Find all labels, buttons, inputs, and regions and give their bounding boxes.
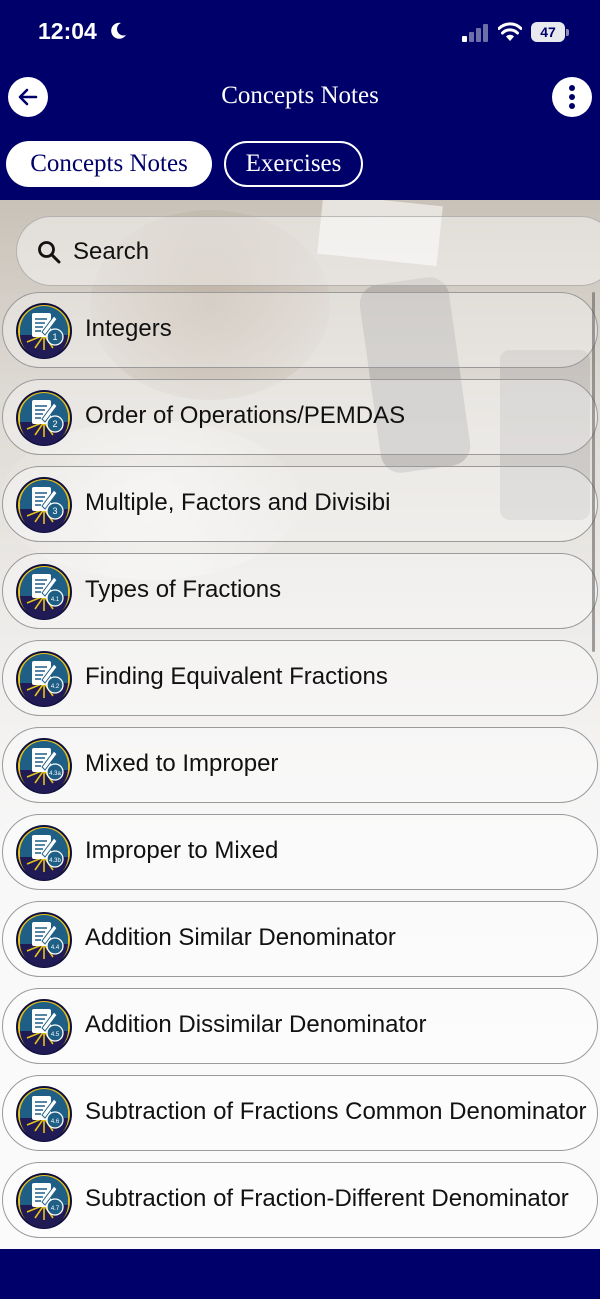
notes-icon: 4.7 xyxy=(16,1173,72,1229)
tab-concepts-notes[interactable]: Concepts Notes xyxy=(6,141,212,187)
item-number-badge: 4.3a xyxy=(49,771,61,777)
list-item[interactable]: 4.2 Finding Equivalent Fractions xyxy=(2,640,598,716)
status-bar: 12:04 47 xyxy=(0,0,600,66)
app-bar: Concepts Notes xyxy=(0,66,600,128)
content-area: 1 Integers 2 Order of Operations/PEMDAS 3 Mul… xyxy=(0,200,600,1249)
cellular-signal-icon xyxy=(462,24,488,42)
battery-level: 47 xyxy=(531,22,565,42)
list-item-label: Finding Equivalent Fractions xyxy=(85,663,388,690)
tab-bar: Concepts Notes Exercises xyxy=(0,128,600,200)
notes-icon: 4.3b xyxy=(16,825,72,881)
list-item[interactable]: 4.4 Addition Similar Denominator xyxy=(2,901,598,977)
more-options-button[interactable] xyxy=(552,77,592,117)
list-item[interactable]: 1 Integers xyxy=(2,292,598,368)
list-item[interactable]: 4.3a Mixed to Improper xyxy=(2,727,598,803)
search-input[interactable] xyxy=(73,235,553,269)
notes-icon: 4.5 xyxy=(16,999,72,1055)
list-item[interactable]: 4.1 Types of Fractions xyxy=(2,553,598,629)
item-number-badge: 2 xyxy=(52,419,57,429)
notes-icon: 4.3a xyxy=(16,738,72,794)
tab-exercises[interactable]: Exercises xyxy=(224,141,363,187)
list-item[interactable]: 2 Order of Operations/PEMDAS xyxy=(2,379,598,455)
list-item-label: Multiple, Factors and Divisibi xyxy=(85,489,391,516)
list-item-label: Integers xyxy=(85,315,172,342)
item-number-badge: 4.6 xyxy=(51,1119,60,1125)
notes-icon: 3 xyxy=(16,477,72,533)
item-number-badge: 4.3b xyxy=(49,858,61,864)
list-item[interactable]: 4.3b Improper to Mixed xyxy=(2,814,598,890)
search-icon xyxy=(38,241,61,264)
bottom-bar xyxy=(0,1249,600,1299)
list-item-label: Addition Dissimilar Denominator xyxy=(85,1011,427,1038)
item-number-badge: 4.2 xyxy=(51,684,60,690)
item-number-badge: 3 xyxy=(52,506,57,516)
moon-icon xyxy=(111,22,126,39)
status-time: 12:04 xyxy=(38,18,97,44)
list-item[interactable]: 4.6 Subtraction of Fractions Common Denom… xyxy=(2,1075,598,1151)
list-item-label: Improper to Mixed xyxy=(85,837,279,864)
list-item[interactable]: 4.7 Subtraction of Fraction-Different Den… xyxy=(2,1162,598,1238)
search-bar[interactable] xyxy=(16,216,600,286)
list-item[interactable]: 4.5 Addition Dissimilar Denominator xyxy=(2,988,598,1064)
notes-icon: 4.2 xyxy=(16,651,72,707)
notes-icon: 4.1 xyxy=(16,564,72,620)
notes-icon: 4.4 xyxy=(16,912,72,968)
battery-cap xyxy=(566,29,569,36)
notes-icon: 2 xyxy=(16,390,72,446)
item-number-badge: 4.4 xyxy=(51,945,60,951)
list-item-label: Subtraction of Fractions Common Denomina… xyxy=(85,1098,587,1125)
wifi-icon xyxy=(498,22,522,41)
battery-indicator: 47 xyxy=(531,22,569,42)
list-item-label: Order of Operations/PEMDAS xyxy=(85,402,406,429)
item-number-badge: 4.5 xyxy=(51,1032,60,1038)
item-number-badge: 1 xyxy=(52,332,57,342)
more-vertical-icon xyxy=(569,85,575,109)
item-number-badge: 4.1 xyxy=(51,597,60,603)
scrollbar[interactable] xyxy=(592,292,595,652)
list-item-label: Subtraction of Fraction-Different Denomi… xyxy=(85,1185,569,1212)
list-item-label: Mixed to Improper xyxy=(85,750,279,777)
list-item-label: Addition Similar Denominator xyxy=(85,924,396,951)
notes-icon: 4.6 xyxy=(16,1086,72,1142)
page-title: Concepts Notes xyxy=(221,82,379,109)
item-number-badge: 4.7 xyxy=(51,1206,60,1212)
list-item[interactable]: 3 Multiple, Factors and Divisibi xyxy=(2,466,598,542)
list-item-label: Types of Fractions xyxy=(85,576,282,603)
notes-icon: 1 xyxy=(16,303,72,359)
